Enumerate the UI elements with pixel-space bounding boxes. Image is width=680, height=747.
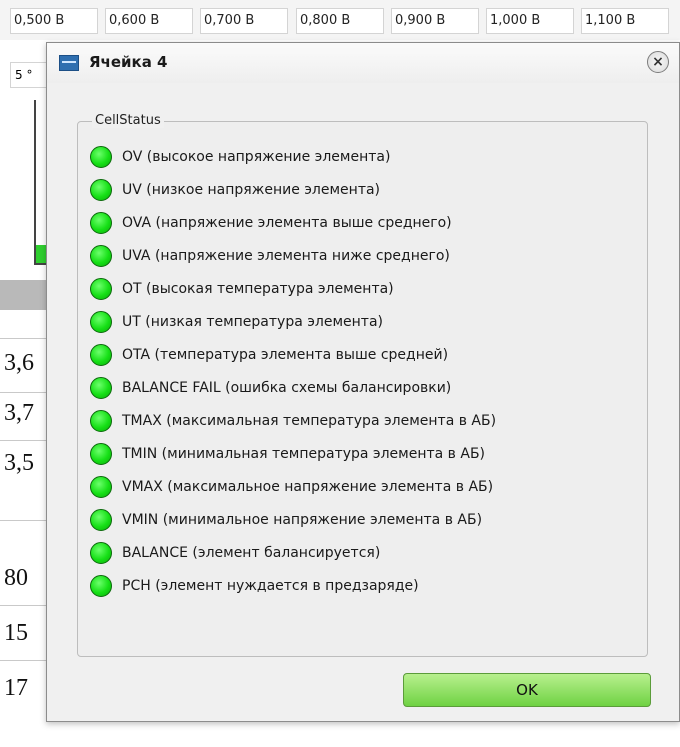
status-label: UVA (напряжение элемента ниже среднего)	[122, 247, 450, 264]
status-led-icon	[90, 409, 112, 432]
status-item: TMAX (максимальная температура элемента …	[90, 404, 496, 437]
status-item: BALANCE FAIL (ошибка схемы балансировки)	[90, 371, 496, 404]
status-label: UV (низкое напряжение элемента)	[122, 181, 381, 198]
cellstatus-groupbox: CellStatus OV (высокое напряжение элемен…	[77, 113, 648, 657]
dialog-title: Ячейка 4	[89, 53, 168, 71]
voltage-header-cell: 1,100 В	[581, 8, 669, 34]
voltage-header-cell: 1,000 В	[486, 8, 574, 34]
status-item: UT (низкая температура элемента)	[90, 305, 496, 338]
window-app-icon	[59, 55, 79, 71]
status-led-icon	[90, 475, 112, 498]
voltage-header-cell: 0,800 В	[296, 8, 384, 34]
status-item: OTA (температура элемента выше средней)	[90, 338, 496, 371]
status-label: TMIN (минимальная температура элемента в…	[122, 445, 486, 462]
status-led-icon	[90, 277, 112, 300]
status-item: OV (высокое напряжение элемента)	[90, 140, 496, 173]
status-label: PCH (элемент нуждается в предзаряде)	[122, 577, 419, 594]
ok-button[interactable]: OK	[403, 673, 651, 707]
voltage-header-cell: 0,900 В	[391, 8, 479, 34]
status-label: UT (низкая температура элемента)	[122, 313, 384, 330]
close-button[interactable]: ×	[647, 51, 669, 73]
status-label: BALANCE FAIL (ошибка схемы балансировки)	[122, 379, 452, 396]
status-list: OV (высокое напряжение элемента) UV (низк…	[90, 140, 496, 602]
status-led-icon	[90, 376, 112, 399]
status-led-icon	[90, 508, 112, 531]
status-label: TMAX (максимальная температура элемента …	[122, 412, 497, 429]
dialog-titlebar[interactable]: Ячейка 4 ×	[47, 43, 679, 83]
status-led-icon	[90, 145, 112, 168]
voltage-header-row: 0,500 В 0,600 В 0,700 В 0,800 В 0,900 В …	[0, 0, 680, 40]
status-led-icon	[90, 178, 112, 201]
cell-status-dialog: Ячейка 4 × CellStatus OV (высокое напряж…	[46, 42, 680, 722]
status-led-icon	[90, 574, 112, 597]
status-item: VMAX (максимальное напряжение элемента в…	[90, 470, 496, 503]
voltage-header-cell: 0,700 В	[200, 8, 288, 34]
voltage-header-cell: 0,600 В	[105, 8, 193, 34]
status-label: VMAX (максимальное напряжение элемента в…	[122, 478, 494, 495]
status-item: OT (высокая температура элемента)	[90, 272, 496, 305]
status-item: PCH (элемент нуждается в предзаряде)	[90, 569, 496, 602]
voltage-header-cell: 0,500 В	[10, 8, 98, 34]
status-led-icon	[90, 244, 112, 267]
groupbox-title: CellStatus	[92, 113, 164, 128]
status-item: UVA (напряжение элемента ниже среднего)	[90, 239, 496, 272]
status-label: VMIN (минимальное напряжение элемента в …	[122, 511, 483, 528]
status-label: OV (высокое напряжение элемента)	[122, 148, 391, 165]
status-item: UV (низкое напряжение элемента)	[90, 173, 496, 206]
status-item: OVA (напряжение элемента выше среднего)	[90, 206, 496, 239]
status-led-icon	[90, 343, 112, 366]
temperature-cell: 5 °	[10, 62, 50, 88]
status-led-icon	[90, 442, 112, 465]
status-item: VMIN (минимальное напряжение элемента в …	[90, 503, 496, 536]
status-label: OTA (температура элемента выше средней)	[122, 346, 449, 363]
status-led-icon	[90, 541, 112, 564]
status-label: BALANCE (элемент балансируется)	[122, 544, 381, 561]
status-led-icon	[90, 310, 112, 333]
status-label: OT (высокая температура элемента)	[122, 280, 394, 297]
status-item: TMIN (минимальная температура элемента в…	[90, 437, 496, 470]
status-led-icon	[90, 211, 112, 234]
status-item: BALANCE (элемент балансируется)	[90, 536, 496, 569]
status-label: OVA (напряжение элемента выше среднего)	[122, 214, 452, 231]
